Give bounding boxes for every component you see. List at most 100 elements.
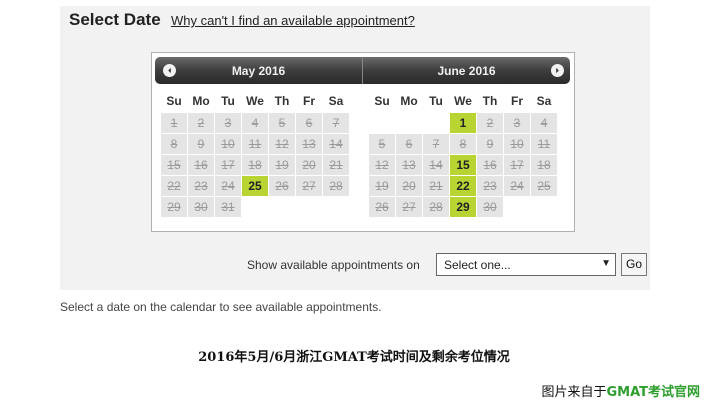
unavailable-date-cell: 17 bbox=[504, 155, 530, 175]
unavailable-date-cell: 9 bbox=[477, 134, 503, 154]
unavailable-date-cell: 4 bbox=[531, 113, 557, 133]
unavailable-date-cell: 3 bbox=[504, 113, 530, 133]
unavailable-date-cell: 29 bbox=[161, 197, 187, 217]
chevron-right-icon bbox=[554, 67, 561, 74]
unavailable-date-cell: 26 bbox=[369, 197, 395, 217]
unavailable-date-cell: 31 bbox=[215, 197, 241, 217]
weekday-header: Mo bbox=[400, 94, 418, 108]
image-caption: 2016年5月/6月浙江GMAT考试时间及剩余考位情况 bbox=[198, 350, 510, 365]
unavailable-date-cell: 18 bbox=[531, 155, 557, 175]
unavailable-date-cell: 20 bbox=[296, 155, 322, 175]
unavailable-date-cell: 17 bbox=[215, 155, 241, 175]
unavailable-date-cell: 23 bbox=[188, 176, 214, 196]
appointment-select[interactable]: Select one... ▼ bbox=[436, 253, 616, 276]
credit-brand: GMAT考试官网 bbox=[606, 385, 700, 400]
weekday-header: Tu bbox=[221, 94, 235, 108]
weekday-header: Fr bbox=[511, 94, 523, 108]
unavailable-date-cell: 5 bbox=[269, 113, 295, 133]
unavailable-date-cell: 21 bbox=[323, 155, 349, 175]
empty-cell bbox=[269, 197, 295, 217]
unavailable-date-cell: 24 bbox=[504, 176, 530, 196]
unavailable-date-cell: 21 bbox=[423, 176, 449, 196]
unavailable-date-cell: 28 bbox=[323, 176, 349, 196]
unavailable-date-cell: 14 bbox=[423, 155, 449, 175]
unavailable-date-cell: 14 bbox=[323, 134, 349, 154]
unavailable-date-cell: 7 bbox=[323, 113, 349, 133]
weekday-header: Su bbox=[374, 94, 390, 108]
weekday-header: Sa bbox=[536, 94, 552, 108]
unavailable-date-cell: 6 bbox=[396, 134, 422, 154]
weekday-header: Tu bbox=[429, 94, 443, 108]
unavailable-date-cell: 30 bbox=[477, 197, 503, 217]
unavailable-date-cell: 7 bbox=[423, 134, 449, 154]
unavailable-date-cell: 27 bbox=[396, 197, 422, 217]
unavailable-date-cell: 28 bbox=[423, 197, 449, 217]
weekday-header: We bbox=[246, 94, 264, 108]
available-date-cell[interactable]: 15 bbox=[450, 155, 476, 175]
unavailable-date-cell: 16 bbox=[477, 155, 503, 175]
weekday-header: Fr bbox=[303, 94, 315, 108]
unavailable-date-cell: 23 bbox=[477, 176, 503, 196]
empty-cell bbox=[242, 197, 268, 217]
available-date-cell[interactable]: 22 bbox=[450, 176, 476, 196]
unavailable-date-cell: 13 bbox=[396, 155, 422, 175]
select-value: Select one... bbox=[444, 258, 511, 272]
unavailable-date-cell: 8 bbox=[450, 134, 476, 154]
unavailable-date-cell: 4 bbox=[242, 113, 268, 133]
unavailable-date-cell: 24 bbox=[215, 176, 241, 196]
unavailable-date-cell: 15 bbox=[161, 155, 187, 175]
unavailable-date-cell: 2 bbox=[188, 113, 214, 133]
unavailable-date-cell: 25 bbox=[531, 176, 557, 196]
go-button[interactable]: Go bbox=[621, 253, 647, 276]
unavailable-date-cell: 20 bbox=[396, 176, 422, 196]
unavailable-date-cell: 10 bbox=[504, 134, 530, 154]
calendar-header: May 2016 June 2016 bbox=[155, 57, 570, 84]
calendar: May 2016 June 2016 Su Mo Tu We Th Fr Sa 1 2 3 4 5 6 7… bbox=[151, 52, 575, 232]
unavailable-date-cell: 10 bbox=[215, 134, 241, 154]
weekday-header: Su bbox=[166, 94, 182, 108]
unavailable-date-cell: 11 bbox=[531, 134, 557, 154]
weekday-header: Sa bbox=[328, 94, 344, 108]
empty-cell bbox=[504, 197, 530, 217]
image-credit: 图片来自于GMAT考试官网 bbox=[541, 381, 700, 400]
available-date-cell[interactable]: 25 bbox=[242, 176, 268, 196]
unavailable-date-cell: 16 bbox=[188, 155, 214, 175]
unavailable-date-cell: 19 bbox=[269, 155, 295, 175]
empty-cell bbox=[531, 197, 557, 217]
dropdown-arrow-icon: ▼ bbox=[601, 258, 611, 269]
month-grid-may: Su Mo Tu We Th Fr Sa 1 2 3 4 5 6 7 8 9 10 11 12 13 14 15 16 17 1… bbox=[161, 90, 349, 217]
available-date-cell[interactable]: 29 bbox=[450, 197, 476, 217]
unavailable-date-cell: 26 bbox=[269, 176, 295, 196]
appointments-label: Show available appointments on bbox=[247, 258, 420, 272]
unavailable-date-cell: 13 bbox=[296, 134, 322, 154]
page-title: Select Date bbox=[69, 10, 161, 29]
unavailable-date-cell: 12 bbox=[269, 134, 295, 154]
available-date-cell[interactable]: 1 bbox=[450, 113, 476, 133]
hint-text: Select a date on the calendar to see ava… bbox=[60, 300, 382, 314]
unavailable-date-cell: 1 bbox=[161, 113, 187, 133]
credit-prefix: 图片来自于 bbox=[541, 385, 607, 400]
unavailable-date-cell: 11 bbox=[242, 134, 268, 154]
weekday-header: We bbox=[454, 94, 472, 108]
weekday-header: Mo bbox=[192, 94, 210, 108]
empty-cell bbox=[369, 113, 395, 133]
unavailable-date-cell: 8 bbox=[161, 134, 187, 154]
unavailable-date-cell: 2 bbox=[477, 113, 503, 133]
unavailable-date-cell: 5 bbox=[369, 134, 395, 154]
unavailable-date-cell: 12 bbox=[369, 155, 395, 175]
unavailable-date-cell: 6 bbox=[296, 113, 322, 133]
help-link[interactable]: Why can't I find an available appointmen… bbox=[171, 13, 415, 28]
unavailable-date-cell: 3 bbox=[215, 113, 241, 133]
empty-cell bbox=[396, 113, 422, 133]
month-label-june: June 2016 bbox=[437, 64, 496, 78]
weekday-header: Th bbox=[274, 94, 290, 108]
unavailable-date-cell: 18 bbox=[242, 155, 268, 175]
month-grid-june: Su Mo Tu We Th Fr Sa 1 2 3 4 5 6 7 8 9 10 11 12 13 14 15 16 17 1… bbox=[369, 90, 557, 217]
unavailable-date-cell: 9 bbox=[188, 134, 214, 154]
weekday-header: Th bbox=[482, 94, 498, 108]
unavailable-date-cell: 22 bbox=[161, 176, 187, 196]
empty-cell bbox=[296, 197, 322, 217]
month-label-may: May 2016 bbox=[231, 64, 286, 78]
next-month-button[interactable] bbox=[551, 64, 564, 77]
empty-cell bbox=[423, 113, 449, 133]
